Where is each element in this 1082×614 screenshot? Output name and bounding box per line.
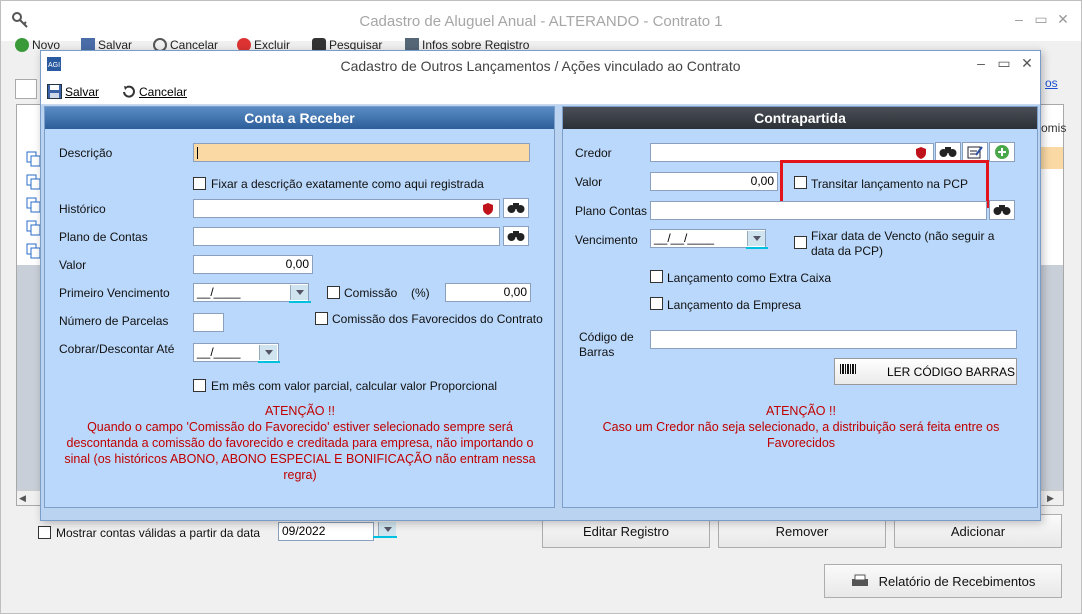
ler-codigo-barras-button[interactable]: LER CÓDIGO BARRAS <box>834 358 1017 385</box>
credor-label: Credor <box>575 146 612 160</box>
extra-caixa-checkbox[interactable] <box>650 270 663 283</box>
side-link[interactable]: os <box>1045 76 1058 90</box>
valor-label: Valor <box>59 258 87 272</box>
dialog-maximize-button[interactable]: ▭ <box>994 55 1014 72</box>
descricao-input[interactable] <box>193 143 530 162</box>
plano-contas-label: Plano de Contas <box>59 230 148 244</box>
primeiro-vencimento-label: Primeiro Vencimento <box>59 286 170 300</box>
minimize-button[interactable]: – <box>1009 11 1029 27</box>
maximize-button[interactable]: ▭ <box>1031 11 1051 28</box>
numero-parcelas-label: Número de Parcelas <box>59 314 169 328</box>
lancamento-empresa-checkbox[interactable] <box>650 297 663 310</box>
edit-icon[interactable] <box>15 79 37 99</box>
dialog-close-button[interactable]: ✕ <box>1017 55 1037 72</box>
extra-caixa-label: Lançamento como Extra Caixa <box>667 271 832 285</box>
binoculars-icon <box>507 203 525 213</box>
transitar-pcp-label: Transitar lançamento na PCP <box>811 177 968 191</box>
cobrar-descontar-label: Cobrar/Descontar Até <box>59 342 175 356</box>
atencao-right-title: ATENÇÃO !! <box>766 404 836 418</box>
dialog-titlebar: AGI Cadastro de Outros Lançamentos / Açõ… <box>41 51 1040 79</box>
atencao-right-text: Caso um Credor não seja selecionado, a d… <box>602 420 1000 450</box>
scroll-left-icon[interactable]: ◀ <box>19 493 26 504</box>
undo-icon <box>123 85 135 98</box>
plano-contas-input[interactable] <box>193 227 500 246</box>
close-button[interactable]: ✕ <box>1053 11 1073 28</box>
descricao-label: Descrição <box>59 146 113 160</box>
show-valid-date-input[interactable]: 09/2022 <box>278 522 374 541</box>
lancamento-empresa-label: Lançamento da Empresa <box>667 298 802 312</box>
conta-receber-panel: Conta a Receber Descrição Fixar a descri… <box>44 106 555 508</box>
credor-edit-button[interactable] <box>962 142 988 162</box>
valor-right-label: Valor <box>575 175 603 189</box>
date-underline <box>373 536 397 538</box>
outer-titlebar: Cadastro de Aluguel Anual - ALTERANDO - … <box>1 1 1081 41</box>
historico-label: Histórico <box>59 202 106 216</box>
credor-search-button[interactable] <box>935 142 961 162</box>
show-valid-checkbox[interactable] <box>38 526 51 539</box>
fixar-descricao-checkbox[interactable] <box>193 177 206 190</box>
valor-input[interactable]: 0,00 <box>193 255 313 274</box>
historico-input[interactable] <box>193 199 500 218</box>
plus-icon <box>15 38 29 52</box>
relatorio-button[interactable]: Relatório de Recebimentos <box>824 564 1062 598</box>
grid-header-fragment: omis <box>1041 121 1067 135</box>
vencimento-underline <box>746 247 768 249</box>
vencimento-dropdown[interactable] <box>747 231 765 246</box>
dialog-toolbar: Salvar Cancelar <box>41 79 1040 105</box>
plano-contas-search-button[interactable] <box>503 226 529 246</box>
dialog-cancelar-button[interactable]: Cancelar <box>121 84 187 99</box>
add-icon <box>995 145 1009 159</box>
binoculars-icon <box>939 147 957 157</box>
comissao-checkbox[interactable] <box>327 286 340 299</box>
codigo-barras-input[interactable] <box>650 330 1017 349</box>
proporcional-checkbox[interactable] <box>193 379 206 392</box>
comissao-label: Comissão <box>344 286 398 300</box>
comissao-input[interactable]: 0,00 <box>445 283 531 302</box>
dialog-window: AGI Cadastro de Outros Lançamentos / Açõ… <box>40 50 1041 521</box>
shield-icon <box>916 147 926 159</box>
barcode-icon <box>840 363 856 374</box>
contrapartida-panel: Contrapartida Credor Valor 0,00 Transita… <box>562 106 1038 508</box>
cobrar-descontar-underline <box>258 361 280 363</box>
numero-parcelas-input[interactable] <box>193 313 224 332</box>
comissao-favorecidos-label: Comissão dos Favorecidos do Contrato <box>332 312 543 326</box>
comissao-favorecidos-checkbox[interactable] <box>315 312 328 325</box>
proporcional-label: Em mês com valor parcial, calcular valor… <box>211 379 498 393</box>
outer-title: Cadastro de Aluguel Anual - ALTERANDO - … <box>359 13 723 30</box>
fixar-data-checkbox[interactable] <box>794 236 807 249</box>
fixar-descricao-label: Fixar a descrição exatamente como aqui r… <box>211 177 484 191</box>
plano-contas-right-search-button[interactable] <box>989 200 1015 220</box>
save-icon <box>47 84 62 99</box>
historico-search-button[interactable] <box>503 198 529 218</box>
plano-contas-right-label: Plano Contas <box>575 204 648 218</box>
dialog-minimize-button[interactable]: – <box>971 55 991 71</box>
shield-icon <box>483 203 493 215</box>
plano-contas-right-input[interactable] <box>650 201 987 220</box>
conta-receber-header: Conta a Receber <box>45 107 554 129</box>
binoculars-icon <box>507 231 525 241</box>
transitar-pcp-checkbox[interactable] <box>794 176 807 189</box>
fixar-data-label: Fixar data de Vencto (não seguir a data … <box>811 229 995 258</box>
text-cursor <box>197 147 198 159</box>
edit-form-icon <box>967 146 983 159</box>
dialog-salvar-button[interactable]: Salvar <box>47 84 99 99</box>
contrapartida-header: Contrapartida <box>563 107 1037 129</box>
scroll-right-icon[interactable]: ▶ <box>1047 493 1054 504</box>
vencimento-label: Vencimento <box>575 233 638 247</box>
valor-right-input[interactable]: 0,00 <box>650 172 778 191</box>
codigo-barras-label: Código de Barras <box>579 330 634 359</box>
show-valid-label: Mostrar contas válidas a partir da data <box>56 526 261 540</box>
comissao-pct-label: (%) <box>411 286 430 300</box>
binoculars-icon <box>993 205 1011 215</box>
printer-icon <box>851 574 868 586</box>
primeiro-vencimento-dropdown[interactable] <box>290 285 308 300</box>
show-valid-date-dropdown[interactable] <box>378 522 396 537</box>
primeiro-vencimento-underline <box>289 301 311 303</box>
dialog-title: Cadastro de Outros Lançamentos / Ações v… <box>340 58 741 74</box>
atencao-left-title: ATENÇÃO !! <box>265 404 335 418</box>
cobrar-descontar-dropdown[interactable] <box>259 345 277 360</box>
credor-add-button[interactable] <box>989 142 1015 162</box>
atencao-left-text: Quando o campo 'Comissão do Favorecido' … <box>64 420 536 482</box>
